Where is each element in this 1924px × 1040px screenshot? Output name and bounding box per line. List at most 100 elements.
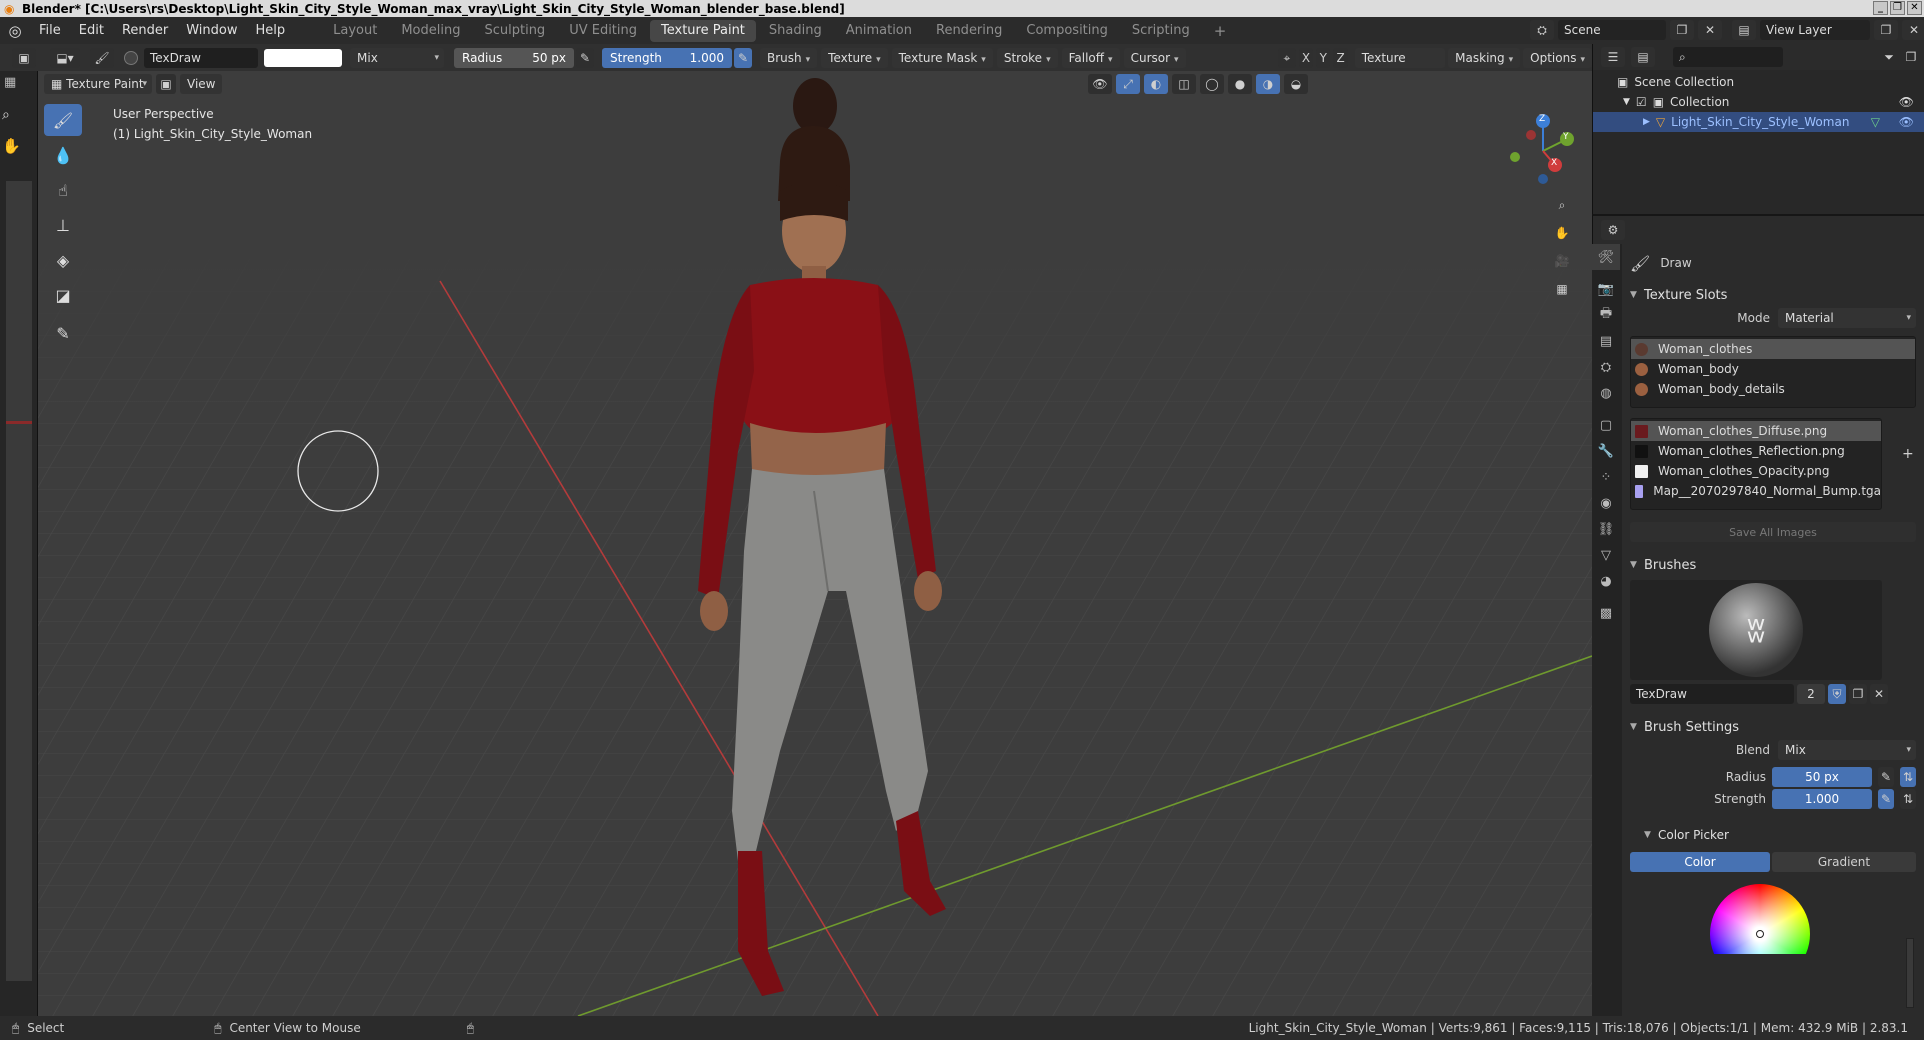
options-menu[interactable]: Options ▾ xyxy=(1523,48,1592,68)
zoom-icon[interactable]: ⌕ xyxy=(2,107,10,123)
expand-arrow-icon[interactable]: ▶ xyxy=(1643,117,1650,127)
tab-animation[interactable]: Animation xyxy=(835,20,923,42)
grid-icon[interactable]: ▦ xyxy=(4,75,16,90)
brush-preview-icon[interactable] xyxy=(124,50,138,65)
fake-user-shield-icon[interactable]: ⛨ xyxy=(1828,684,1846,704)
rendered-shading-icon[interactable]: ◒ xyxy=(1284,74,1308,94)
editor-type-icon[interactable]: ▣ xyxy=(12,47,36,68)
texture-slots-section-header[interactable]: ▼ Texture Slots xyxy=(1630,284,1916,306)
properties-editor-type-icon[interactable]: ⚙ xyxy=(1601,220,1625,240)
material-shading-icon[interactable]: ◑ xyxy=(1256,74,1280,94)
view-layer-field[interactable]: View Layer xyxy=(1760,20,1870,40)
texture-slot-mode-dropdown[interactable]: Material ▾ xyxy=(1778,308,1916,328)
tab-layout[interactable]: Layout xyxy=(322,20,388,42)
delete-view-layer-icon[interactable]: ✕ xyxy=(1902,20,1924,40)
scene-browse-icon[interactable]: ⛭ xyxy=(1530,20,1554,40)
brush-name-field[interactable]: TexDraw xyxy=(144,47,258,68)
eye-icon[interactable]: 👁 xyxy=(1899,115,1914,129)
unified-size-icon[interactable]: ⇅ xyxy=(1900,767,1916,787)
tab-rendering[interactable]: Rendering xyxy=(925,20,1013,42)
brush-color-swatch[interactable] xyxy=(264,48,342,67)
add-workspace-button[interactable]: + xyxy=(1203,20,1238,42)
eye-icon[interactable]: 👁 xyxy=(1899,95,1914,109)
new-view-layer-icon[interactable]: ❐ xyxy=(1874,20,1898,40)
scene-name-field[interactable]: Scene xyxy=(1558,20,1666,40)
texture-tab-icon[interactable]: ▩ xyxy=(1592,600,1620,626)
brush-preview[interactable]: ʬ xyxy=(1630,580,1882,680)
outliner-editor-type-icon[interactable]: ☰ xyxy=(1601,47,1625,67)
tab-modeling[interactable]: Modeling xyxy=(390,20,471,42)
new-scene-icon[interactable]: ❐ xyxy=(1670,20,1694,40)
wireframe-shading-icon[interactable]: ◯ xyxy=(1200,74,1224,94)
tab-color[interactable]: Color xyxy=(1630,852,1770,872)
display-mode-icon[interactable]: ▤ xyxy=(1631,47,1655,67)
add-slot-icon[interactable]: + xyxy=(1902,446,1914,462)
radius-pressure-icon[interactable]: ✎ xyxy=(576,47,594,68)
save-all-images-button[interactable]: Save All Images xyxy=(1630,522,1916,542)
visibility-icon[interactable]: 👁 xyxy=(1088,74,1112,94)
image-slot-item[interactable]: Woman_clothes_Reflection.png xyxy=(1631,441,1881,461)
tab-sculpting[interactable]: Sculpting xyxy=(473,20,556,42)
brush-users-count[interactable]: 2 xyxy=(1797,684,1825,704)
solid-shading-icon[interactable]: ● xyxy=(1228,74,1252,94)
hand-icon[interactable]: ✋ xyxy=(2,137,21,155)
new-collection-icon[interactable]: ❐ xyxy=(1899,47,1923,67)
smear-tool-icon[interactable]: ☝ xyxy=(44,174,82,206)
duplicate-brush-icon[interactable]: ❐ xyxy=(1849,684,1867,704)
blend-dropdown[interactable]: Mix ▾ xyxy=(1778,740,1916,760)
mirror-z-toggle[interactable]: Z xyxy=(1333,48,1348,68)
blender-menu-icon[interactable]: ◎ xyxy=(0,22,30,40)
expand-arrow-icon[interactable]: ▼ xyxy=(1623,97,1630,107)
checkbox-icon[interactable]: ☑ xyxy=(1636,95,1647,109)
color-wheel[interactable] xyxy=(1710,884,1810,954)
strength-slider[interactable]: Strength 1.000 xyxy=(602,47,732,68)
outliner-scene-collection[interactable]: ▣ Scene Collection xyxy=(1593,72,1924,92)
clone-tool-icon[interactable]: ⊥ xyxy=(44,209,82,241)
mirror-x-toggle[interactable]: X xyxy=(1298,48,1314,68)
cursor-menu[interactable]: Cursor ▾ xyxy=(1123,47,1186,68)
perspective-grid-icon[interactable]: ▦ xyxy=(1550,279,1574,299)
color-picker-section-header[interactable]: ▼ Color Picker xyxy=(1630,824,1916,846)
scene-tab-icon[interactable]: ⛭ xyxy=(1592,354,1620,380)
navigation-gizmo[interactable]: Z Y X xyxy=(1503,111,1583,191)
brushes-section-header[interactable]: ▼ Brushes xyxy=(1630,554,1916,576)
camera-icon[interactable]: 🎥 xyxy=(1550,251,1574,271)
texture-slots-menu[interactable]: Texture Slots▾ xyxy=(1354,48,1446,85)
brush-menu[interactable]: Brush ▾ xyxy=(760,47,818,68)
close-window-button[interactable]: ✕ xyxy=(1907,1,1922,15)
texture-menu[interactable]: Texture ▾ xyxy=(821,47,888,68)
image-slot-item[interactable]: Woman_clothes_Diffuse.png xyxy=(1631,421,1881,441)
annotate-tool-icon[interactable]: ✎ xyxy=(44,317,82,349)
texture-mask-menu[interactable]: Texture Mask ▾ xyxy=(891,47,993,68)
unlink-brush-icon[interactable]: ✕ xyxy=(1870,684,1888,704)
object-mode-icon[interactable]: ⬓▾ xyxy=(50,47,80,68)
tab-compositing[interactable]: Compositing xyxy=(1015,20,1119,42)
modifier-tab-icon[interactable]: 🔧 xyxy=(1592,438,1620,464)
delete-scene-icon[interactable]: ✕ xyxy=(1698,20,1722,40)
masking-menu[interactable]: Masking ▾ xyxy=(1448,48,1521,68)
output-tab-icon[interactable]: 🖶 xyxy=(1592,302,1620,328)
radius-slider[interactable]: Radius 50 px xyxy=(454,47,574,68)
render-tab-icon[interactable]: 📷 xyxy=(1592,276,1620,302)
mirror-y-toggle[interactable]: Y xyxy=(1316,48,1331,68)
mask-tool-icon[interactable]: ◪ xyxy=(44,279,82,311)
pressure-icon[interactable]: ✎ xyxy=(1878,767,1894,787)
value-slider[interactable] xyxy=(1906,938,1914,1008)
zoom-icon[interactable]: ⌕ xyxy=(1550,195,1574,215)
fill-tool-icon[interactable]: ◈ xyxy=(44,244,82,276)
maximize-button[interactable]: ❐ xyxy=(1890,1,1905,15)
stroke-menu[interactable]: Stroke ▾ xyxy=(996,47,1058,68)
3d-viewport[interactable]: ▦ Texture Paint ▾ ▣ View 👁 ⤢ ◐ ◫ ◯ ● ◑ ◒ … xyxy=(38,71,1592,1016)
menu-edit[interactable]: Edit xyxy=(70,23,113,38)
mask-toggle-icon[interactable]: ▣ xyxy=(156,74,176,94)
gizmo-toggle-icon[interactable]: ⤢ xyxy=(1116,74,1140,94)
data-tab-icon[interactable]: ▽ xyxy=(1592,542,1620,568)
menu-render[interactable]: Render xyxy=(113,23,177,38)
falloff-menu[interactable]: Falloff ▾ xyxy=(1061,47,1120,68)
menu-file[interactable]: File xyxy=(30,23,70,38)
strength-slider[interactable]: 1.000 xyxy=(1772,789,1872,809)
tab-gradient[interactable]: Gradient xyxy=(1772,852,1916,872)
pressure-icon[interactable]: ✎ xyxy=(1878,789,1894,809)
constraints-tab-icon[interactable]: ⛓ xyxy=(1592,516,1620,542)
tab-uv-editing[interactable]: UV Editing xyxy=(558,20,648,42)
